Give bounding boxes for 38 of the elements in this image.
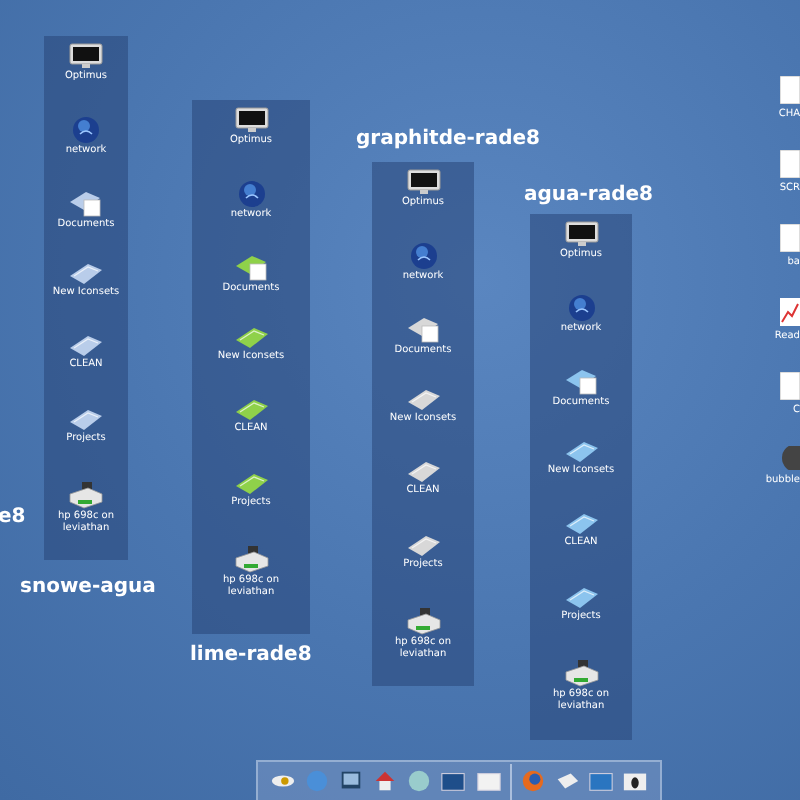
printer-icon <box>233 544 269 574</box>
chart-document-icon <box>780 298 800 326</box>
documents-folder-icon <box>233 252 269 282</box>
folder-icon <box>563 512 599 536</box>
documents-folder-icon <box>563 366 599 396</box>
penguin-window-icon[interactable] <box>621 768 648 794</box>
folder-icon <box>405 533 441 557</box>
printer-icon <box>563 658 599 688</box>
monitor-icon[interactable] <box>338 768 365 794</box>
home-icon[interactable] <box>372 768 399 794</box>
documents-folder-icon <box>68 188 104 218</box>
terminal-icon[interactable] <box>440 768 467 794</box>
panel-title: agua-rade8 <box>524 184 654 206</box>
monitor-icon <box>563 220 599 248</box>
document-icon <box>780 372 800 400</box>
folder-icon <box>563 439 599 463</box>
document-icon <box>780 224 800 252</box>
window-icon[interactable] <box>475 768 501 794</box>
folder-icon <box>68 261 104 285</box>
printer-icon <box>405 606 441 636</box>
folder-icon <box>68 407 104 431</box>
panel-title: snowe-agua <box>20 576 156 598</box>
printer-icon <box>68 480 104 510</box>
folder-icon <box>233 398 269 422</box>
panel-title: graphitde-rade8 <box>356 128 540 150</box>
monitor-icon <box>68 42 104 70</box>
panel-title: lime-rade8 <box>190 644 312 666</box>
documents-folder-icon <box>405 314 441 344</box>
monitor-icon <box>405 168 441 196</box>
folder-icon <box>405 387 441 411</box>
folder-icon <box>233 325 269 349</box>
folder-icon <box>563 585 599 609</box>
folder-icon <box>233 471 269 495</box>
folder-icon <box>68 334 104 358</box>
document-icon <box>780 150 800 178</box>
monitor-icon <box>233 106 269 134</box>
document-icon <box>780 76 800 104</box>
folder-icon <box>405 460 441 484</box>
